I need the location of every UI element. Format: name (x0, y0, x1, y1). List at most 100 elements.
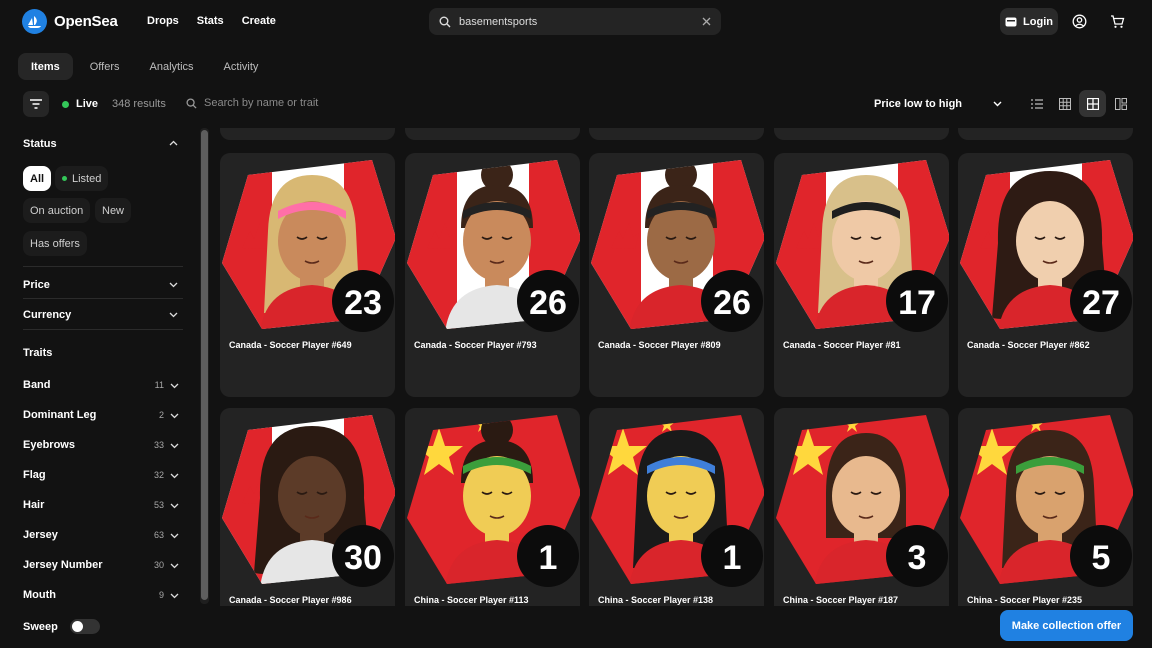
tab-offers[interactable]: Offers (77, 53, 133, 80)
sweep-toggle[interactable] (69, 619, 100, 634)
nft-card-name: Canada - Soccer Player #649 (229, 340, 352, 350)
search-value: basementsports (459, 15, 538, 28)
global-search-input[interactable]: basementsports (429, 8, 721, 35)
trait-dominant-leg[interactable]: Dominant Leg 2 (23, 409, 179, 421)
main-nav: Drops Stats Create (147, 15, 276, 27)
make-collection-offer-button[interactable]: Make collection offer (1000, 610, 1133, 641)
item-search-input[interactable]: Search by name or trait (186, 97, 318, 109)
trait-jersey[interactable]: Jersey 63 (23, 529, 179, 541)
divider (23, 298, 183, 299)
chevron-up-icon[interactable] (169, 139, 178, 148)
large-grid-icon (1086, 97, 1099, 110)
sidebar-scrollbar[interactable] (200, 128, 209, 604)
chevron-down-icon (170, 593, 179, 598)
trait-band[interactable]: Band 11 (23, 379, 179, 391)
chevron-down-icon (170, 503, 179, 508)
nft-artwork-image: 5 (960, 415, 1133, 587)
small-grid-icon (1058, 97, 1071, 110)
scrollbar-thumb[interactable] (201, 130, 208, 600)
jersey-number-label: 23 (344, 284, 382, 322)
chevron-down-icon (993, 101, 1002, 107)
status-new-pill[interactable]: New (95, 198, 132, 223)
login-label: Login (1023, 15, 1053, 28)
small-grid-view-button[interactable] (1051, 90, 1078, 117)
nft-card[interactable]: 3 China - Soccer Player #187 (774, 408, 949, 606)
trait-count: 32 (153, 470, 164, 480)
cart-button[interactable] (1108, 12, 1126, 30)
chevron-down-icon[interactable] (169, 310, 178, 319)
trait-eyebrows[interactable]: Eyebrows 33 (23, 439, 179, 451)
chevron-down-icon (170, 533, 179, 538)
jersey-number-label: 26 (713, 284, 751, 322)
sort-dropdown[interactable]: Price low to high (864, 91, 1012, 117)
status-listed-pill[interactable]: Listed (55, 166, 109, 191)
trait-flag[interactable]: Flag 32 (23, 469, 179, 481)
status-on-auction-pill[interactable]: On auction (23, 198, 91, 223)
listed-dot-icon (62, 176, 67, 181)
nft-card[interactable]: 23 Canada - Soccer Player #649 (220, 153, 395, 397)
trait-count: 33 (153, 440, 164, 450)
user-icon (1072, 14, 1086, 28)
trait-name: Band (23, 379, 51, 391)
sweep-control: Sweep (23, 619, 100, 634)
results-count: 348 results (112, 98, 166, 110)
close-icon[interactable] (702, 17, 711, 26)
tab-activity[interactable]: Activity (211, 53, 272, 80)
price-filter[interactable]: Price (23, 279, 50, 291)
item-grid: 23 Canada - Soccer Player #649 26 Canada - … (212, 128, 1140, 606)
nav-create[interactable]: Create (242, 15, 276, 27)
nft-card[interactable]: 27 Canada - Soccer Player #862 (958, 153, 1133, 397)
nft-card[interactable]: 5 China - Soccer Player #235 (958, 408, 1133, 606)
tab-analytics[interactable]: Analytics (137, 53, 207, 80)
list-view-icon (1030, 98, 1043, 109)
nft-card[interactable]: 26 Canada - Soccer Player #793 (405, 153, 580, 397)
large-grid-view-button[interactable] (1079, 90, 1106, 117)
jersey-number-label: 26 (529, 284, 567, 322)
cart-icon (1110, 14, 1124, 28)
nft-card-name: China - Soccer Player #138 (598, 595, 714, 605)
traits-heading: Traits (23, 347, 53, 359)
trait-count: 2 (158, 410, 164, 420)
nft-artwork-image: 30 (222, 415, 395, 587)
jersey-number-label: 17 (898, 284, 936, 322)
status-has-offers-pill[interactable]: Has offers (23, 231, 87, 256)
nft-card-name: Canada - Soccer Player #793 (414, 340, 537, 350)
status-all-pill[interactable]: All (23, 166, 52, 191)
login-button[interactable]: Login (1000, 8, 1058, 35)
trait-name: Jersey (23, 529, 58, 541)
nav-drops[interactable]: Drops (147, 15, 179, 27)
jersey-number-label: 3 (908, 539, 927, 577)
nft-card[interactable]: 1 China - Soccer Player #113 (405, 408, 580, 606)
nft-artwork-image: 23 (222, 160, 395, 332)
trait-mouth[interactable]: Mouth 9 (23, 589, 179, 601)
nft-card[interactable]: 26 Canada - Soccer Player #809 (589, 153, 764, 397)
trait-hair[interactable]: Hair 53 (23, 499, 179, 511)
opensea-logo[interactable]: OpenSea (22, 9, 118, 34)
top-navigation: OpenSea Drops Stats Create basementsport… (0, 0, 1152, 44)
bottom-action-bar (0, 606, 1152, 648)
card-above-edge (958, 128, 1133, 140)
card-above-edge (774, 128, 949, 140)
nav-stats[interactable]: Stats (197, 15, 224, 27)
nft-card[interactable]: 17 Canada - Soccer Player #81 (774, 153, 949, 397)
currency-filter[interactable]: Currency (23, 309, 71, 321)
account-button[interactable] (1070, 12, 1088, 30)
item-search-placeholder: Search by name or trait (204, 97, 319, 109)
mosaic-view-button[interactable] (1107, 90, 1134, 117)
live-dot-icon (62, 100, 69, 108)
nft-card[interactable]: 30 Canada - Soccer Player #986 (220, 408, 395, 606)
tab-items[interactable]: Items (18, 53, 73, 80)
filter-toggle-button[interactable] (23, 91, 49, 117)
jersey-number-label: 1 (539, 539, 558, 577)
status-listed-label: Listed (72, 172, 102, 185)
list-view-button[interactable] (1023, 90, 1050, 117)
sweep-label: Sweep (23, 620, 58, 633)
nft-card-name: Canada - Soccer Player #862 (967, 340, 1090, 350)
nft-artwork-image: 17 (776, 160, 949, 332)
card-above-edge (589, 128, 764, 140)
nft-card[interactable]: 1 China - Soccer Player #138 (589, 408, 764, 606)
trait-name: Eyebrows (23, 439, 75, 451)
chevron-down-icon[interactable] (169, 280, 178, 289)
live-indicator: Live 348 results (62, 98, 166, 110)
trait-jersey-number[interactable]: Jersey Number 30 (23, 559, 179, 571)
